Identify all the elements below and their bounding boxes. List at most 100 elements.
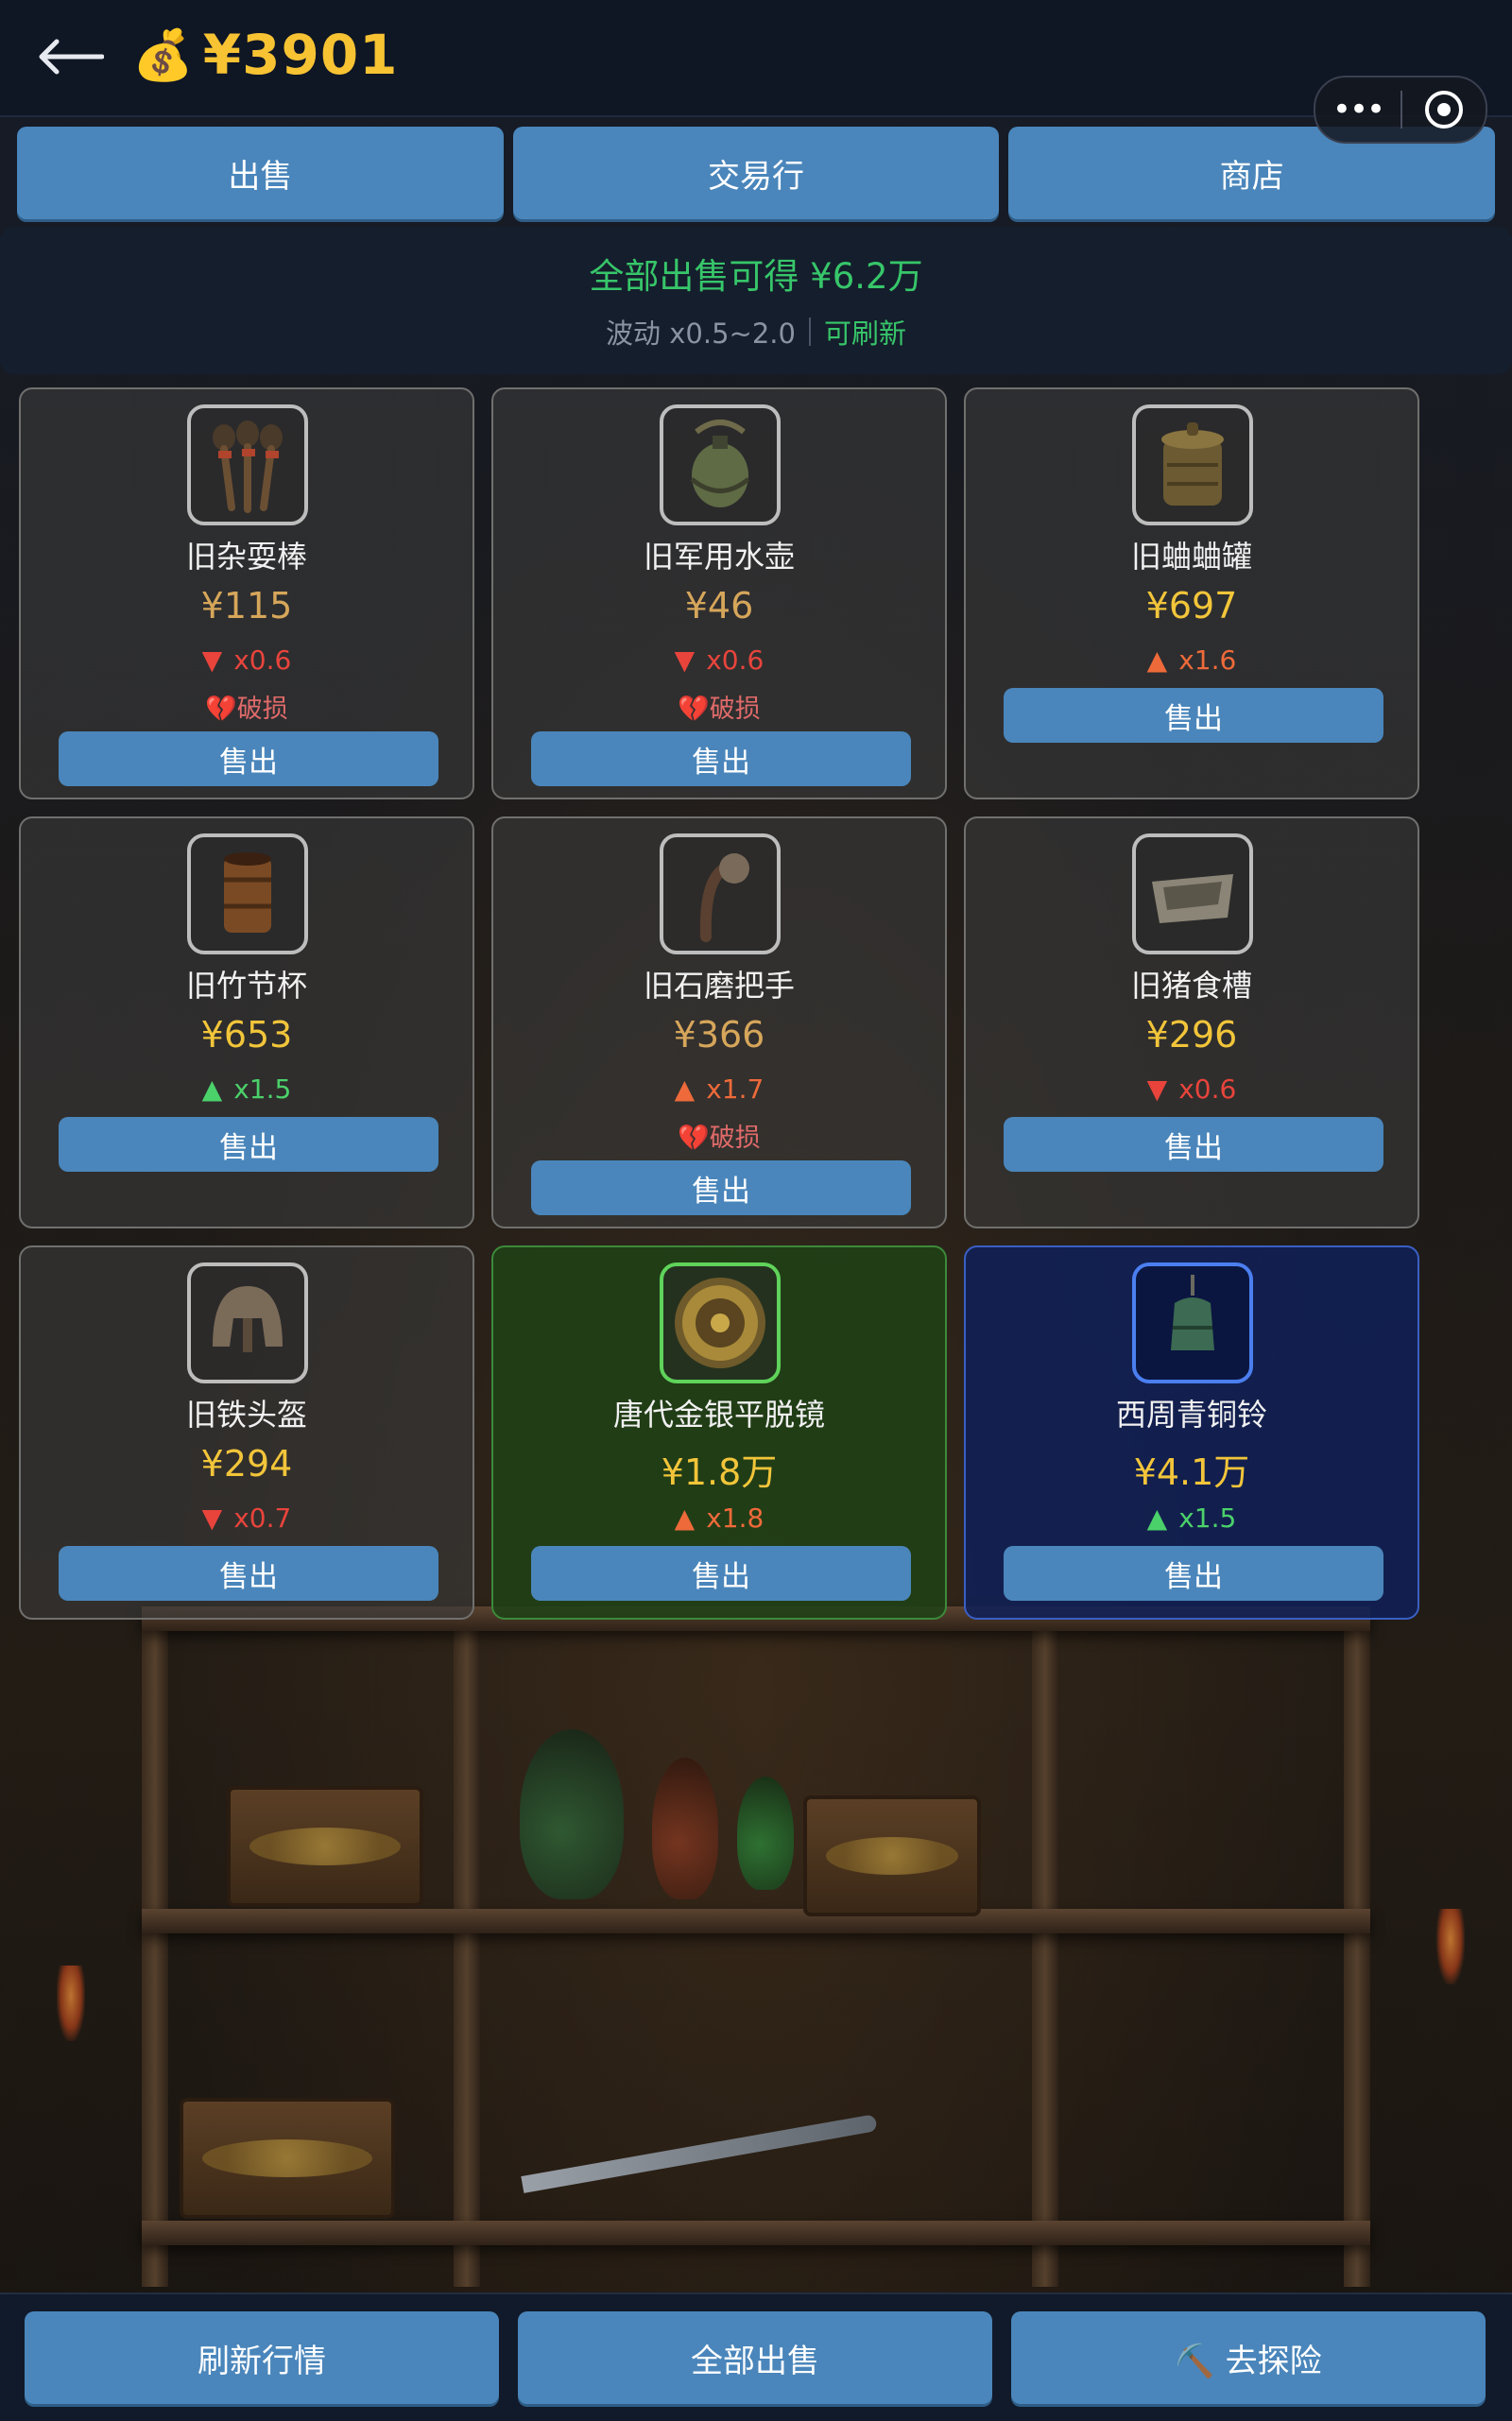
item-name: 西周青铜铃 xyxy=(1115,1397,1267,1433)
item-card: 旧蛐蛐罐 ¥697 ▲ x1.6 售出 xyxy=(964,387,1419,799)
item-card: 旧铁头盔 ¥294 ▼ x0.7 售出 xyxy=(19,1245,474,1620)
trend-down-icon: ▼ xyxy=(674,644,696,676)
multiplier-value: x1.6 xyxy=(1178,644,1237,676)
bronze-mirror-icon xyxy=(660,1262,781,1383)
sell-button[interactable]: 售出 xyxy=(531,1160,911,1215)
close-miniprogram-button[interactable] xyxy=(1402,91,1486,129)
item-card: 旧石磨把手 ¥366 ▲ x1.7 💔破损 售出 xyxy=(491,816,947,1228)
item-card: 旧猪食槽 ¥296 ▼ x0.6 售出 xyxy=(964,816,1419,1228)
trend-up-icon: ▲ xyxy=(674,1073,696,1105)
back-arrow-icon[interactable] xyxy=(32,26,108,87)
money-value: ¥3901 xyxy=(202,23,399,87)
sell-button[interactable]: 售出 xyxy=(59,731,438,786)
refreshable-link[interactable]: 可刷新 xyxy=(824,312,906,352)
item-price: ¥653 xyxy=(200,1014,293,1056)
item-price: ¥115 xyxy=(200,585,293,627)
tab-trading-house[interactable]: 交易行 xyxy=(512,127,1000,219)
price-fluctuation: 波动 x0.5~2.0 xyxy=(606,318,796,350)
price-multiplier: ▲ x1.5 xyxy=(966,1502,1418,1534)
tab-bar: 出售 交易行 商店 xyxy=(17,127,1496,219)
bronze-bell-icon xyxy=(1132,1262,1253,1383)
item-name: 旧猪食槽 xyxy=(1130,968,1252,1004)
sell-button[interactable]: 售出 xyxy=(1004,688,1383,743)
trend-down-icon: ▼ xyxy=(201,1502,223,1534)
sell-button[interactable]: 售出 xyxy=(59,1117,438,1172)
price-multiplier: ▲ x1.7 xyxy=(493,1073,945,1105)
item-name: 旧铁头盔 xyxy=(185,1397,307,1433)
item-price: ¥366 xyxy=(673,1014,765,1056)
multiplier-value: x1.8 xyxy=(706,1502,765,1534)
money-display: 💰 ¥3901 xyxy=(132,23,399,87)
sell-button[interactable]: 售出 xyxy=(531,1546,911,1601)
item-card: 旧竹节杯 ¥653 ▲ x1.5 售出 xyxy=(19,816,474,1228)
helmet-icon xyxy=(187,1262,308,1383)
multiplier-value: x0.7 xyxy=(233,1502,292,1534)
juggling-clubs-icon xyxy=(187,404,308,525)
sell-summary-panel: 全部出售可得 ¥6.2万 波动 x0.5~2.0 可刷新 xyxy=(0,227,1512,374)
multiplier-value: x1.7 xyxy=(706,1073,765,1105)
price-multiplier: ▼ x0.6 xyxy=(493,644,945,676)
tab-sell[interactable]: 出售 xyxy=(17,127,504,219)
millstone-handle-icon xyxy=(660,833,781,954)
divider xyxy=(808,318,811,346)
trend-up-icon: ▲ xyxy=(1146,1502,1168,1534)
item-name: 旧蛐蛐罐 xyxy=(1130,539,1252,575)
item-name: 唐代金银平脱镜 xyxy=(612,1397,825,1433)
damaged-badge: 💔破损 xyxy=(678,695,761,724)
back-arrow-icon xyxy=(39,39,104,75)
damaged-badge: 💔破损 xyxy=(678,1124,761,1153)
trough-icon xyxy=(1132,833,1253,954)
item-card: 旧军用水壶 ¥46 ▼ x0.6 💔破损 售出 xyxy=(491,387,947,799)
item-name: 旧杂耍棒 xyxy=(185,539,307,575)
money-bag-icon: 💰 xyxy=(132,26,194,84)
multiplier-value: x0.6 xyxy=(233,644,292,676)
price-multiplier: ▲ x1.8 xyxy=(493,1502,945,1534)
trend-down-icon: ▼ xyxy=(201,644,223,676)
background-shelf-scene xyxy=(142,1606,1370,2287)
more-menu-button[interactable]: ••• xyxy=(1315,91,1400,129)
torch-glow xyxy=(57,1966,85,2041)
sell-button[interactable]: 售出 xyxy=(531,731,911,786)
item-price: ¥296 xyxy=(1145,1014,1238,1056)
torch-glow xyxy=(1436,1909,1465,1984)
top-bar: 💰 ¥3901 xyxy=(0,0,1512,117)
trend-up-icon: ▲ xyxy=(1146,644,1168,676)
cricket-jar-icon xyxy=(1132,404,1253,525)
item-price: ¥46 xyxy=(684,585,754,627)
sell-all-button[interactable]: 全部出售 xyxy=(518,2311,992,2404)
price-multiplier: ▼ x0.6 xyxy=(21,644,472,676)
price-multiplier: ▲ x1.6 xyxy=(966,644,1418,676)
bottom-action-bar: 刷新行情 全部出售 ⛏️ 去探险 xyxy=(0,2292,1512,2421)
sell-button[interactable]: 售出 xyxy=(1004,1117,1383,1172)
item-card-rare: 唐代金银平脱镜 ¥1.8万 ▲ x1.8 售出 xyxy=(491,1245,947,1620)
item-price: ¥1.8万 xyxy=(661,1451,778,1493)
item-name: 旧竹节杯 xyxy=(185,968,307,1004)
trend-up-icon: ▲ xyxy=(201,1073,223,1105)
item-price: ¥697 xyxy=(1145,585,1238,627)
multiplier-value: x1.5 xyxy=(233,1073,292,1105)
price-multiplier: ▲ x1.5 xyxy=(21,1073,472,1105)
item-name: 旧军用水壶 xyxy=(643,539,795,575)
target-icon xyxy=(1425,91,1463,129)
refresh-market-button[interactable]: 刷新行情 xyxy=(25,2311,499,2404)
price-multiplier: ▼ x0.6 xyxy=(966,1073,1418,1105)
item-price: ¥294 xyxy=(200,1443,293,1485)
price-multiplier: ▼ x0.7 xyxy=(21,1502,472,1534)
summary-subline: 波动 x0.5~2.0 可刷新 xyxy=(0,312,1512,352)
go-explore-button[interactable]: ⛏️ 去探险 xyxy=(1011,2311,1486,2404)
sell-button[interactable]: 售出 xyxy=(1004,1546,1383,1601)
item-card-epic: 西周青铜铃 ¥4.1万 ▲ x1.5 售出 xyxy=(964,1245,1419,1620)
canteen-icon xyxy=(660,404,781,525)
item-price: ¥4.1万 xyxy=(1133,1451,1250,1493)
item-name: 旧石磨把手 xyxy=(643,968,795,1004)
multiplier-value: x1.5 xyxy=(1178,1502,1237,1534)
sell-all-total: 全部出售可得 ¥6.2万 xyxy=(589,256,923,297)
damaged-badge: 💔破损 xyxy=(205,695,288,724)
multiplier-value: x0.6 xyxy=(706,644,765,676)
bamboo-cup-icon xyxy=(187,833,308,954)
item-card: 旧杂耍棒 ¥115 ▼ x0.6 💔破损 售出 xyxy=(19,387,474,799)
trend-up-icon: ▲ xyxy=(674,1502,696,1534)
trend-down-icon: ▼ xyxy=(1146,1073,1168,1105)
sell-button[interactable]: 售出 xyxy=(59,1546,438,1601)
miniprogram-capsule: ••• xyxy=(1314,76,1487,144)
